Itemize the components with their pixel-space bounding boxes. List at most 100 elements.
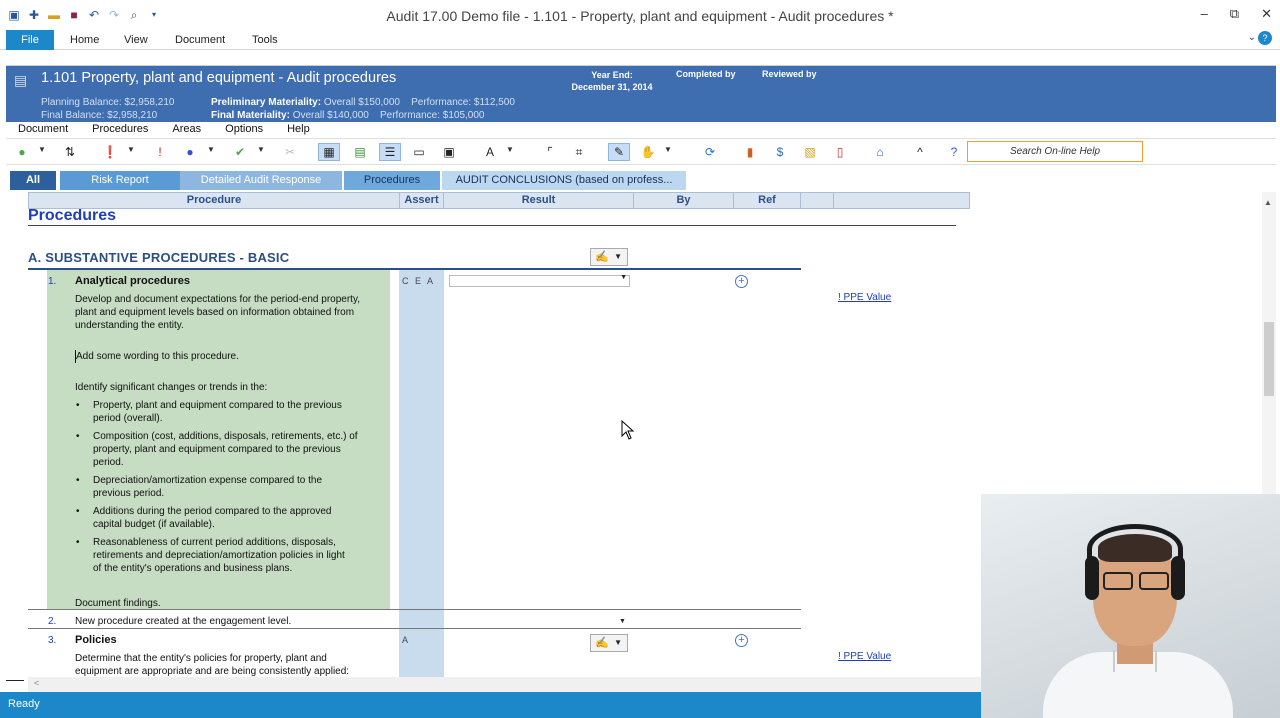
list-item-text[interactable]: Property, plant and equipment compared t… [93,400,342,424]
add-signoff-icon[interactable]: + [735,275,748,288]
tab-all[interactable]: All [10,171,56,190]
list-item-text[interactable]: Composition (cost, additions, disposals,… [93,431,358,468]
column-result[interactable]: Result [444,193,634,208]
comment-icon[interactable]: ▣ [441,144,457,160]
bullet-icon: • [76,506,80,517]
issue-flag-icon[interactable]: ! [152,144,168,160]
chevron-down-icon[interactable]: ▼ [506,145,514,154]
chevron-left-icon[interactable]: < [34,678,39,688]
tab-document[interactable]: Document [175,30,225,50]
section-title: A. SUBSTANTIVE PROCEDURES - BASIC [28,250,290,265]
tab-home[interactable]: Home [70,30,99,50]
checkmark-icon[interactable]: ✔ [232,144,248,160]
signoff-icon[interactable]: ✎ [608,143,630,161]
add-signoff-icon[interactable]: + [735,634,748,647]
assert-value[interactable]: C E A [402,276,435,286]
final-overall-value: Overall $140,000 [292,110,369,121]
final-materiality-label: Final Materiality: [211,110,290,121]
menu-document[interactable]: Document [6,122,80,137]
tab-procedures[interactable]: Procedures [344,171,440,190]
alert-icon[interactable]: ❗ [102,144,118,160]
column-procedure[interactable]: Procedure [29,193,400,208]
search-online-help-input[interactable]: Search On-line Help [967,141,1143,162]
tab-risk-report[interactable]: Risk Report [60,171,180,190]
add-procedure-icon[interactable]: ● [14,144,30,160]
procedure-toolbar: ● ▼ ⇅ ❗ ▼ ! ● ▼ ✔ ▼ ✂ ▦ ▤ ☰ ▭ ▣ A ▼ ⌜ ⌗ … [6,138,1276,165]
procedure-number: 2. [48,616,57,627]
help-icon[interactable]: ? [1258,31,1272,45]
menu-options[interactable]: Options [213,122,275,137]
ppe-value-link[interactable]: ! PPE Value [838,651,891,662]
ppe-value-link[interactable]: ! PPE Value [838,292,891,303]
hand-icon[interactable]: ✋ [640,144,656,160]
list-item-text[interactable]: Additions during the period compared to … [93,506,332,530]
horizontal-scrollbar[interactable]: < [6,677,981,692]
status-circle-icon[interactable]: ● [182,144,198,160]
reviewed-by-label[interactable]: Reviewed by [762,69,817,79]
procedure-text[interactable]: Determine that the entity's policies for… [75,652,365,677]
mouse-cursor-icon [621,420,635,440]
column-ref[interactable]: Ref [734,193,801,208]
tab-detailed-audit-response[interactable]: Detailed Audit Response [180,171,342,190]
scrollbar-thumb[interactable] [1264,322,1274,396]
menu-areas[interactable]: Areas [160,122,213,137]
tab-tools[interactable]: Tools [252,30,278,50]
list-item-text[interactable]: Reasonableness of current period additio… [93,537,345,574]
minimize-icon[interactable]: – [1201,6,1208,22]
chevron-up-icon[interactable]: ^ [912,144,928,160]
column-extra [801,193,834,208]
tab-file[interactable]: File [6,30,54,50]
indent-icon[interactable]: ☰ [379,143,401,161]
document-icon[interactable]: ▯ [832,144,848,160]
signoff-dropdown-button[interactable]: ✍ ▼ [590,634,628,652]
font-icon[interactable]: A [482,144,498,160]
chevron-down-icon[interactable]: ⌄ [1248,32,1256,43]
chevron-down-icon[interactable]: ▼ [127,145,135,154]
chevron-down-icon[interactable]: ▼ [38,145,46,154]
refresh-icon[interactable]: ⟳ [702,144,718,160]
report-icon[interactable]: ▮ [742,144,758,160]
column-assert[interactable]: Assert [400,193,444,208]
crop-icon[interactable]: ⌗ [571,144,587,160]
result-dropdown[interactable]: ▼ [449,274,630,287]
procedure-title[interactable]: Policies [75,634,117,646]
planning-balance-value: $2,958,210 [124,97,175,108]
home-icon[interactable]: ⌂ [872,144,888,160]
procedure-text[interactable]: Develop and document expectations for th… [75,293,365,332]
chevron-down-icon[interactable]: ▼ [664,145,672,154]
chevron-up-icon[interactable]: ▲ [1264,198,1272,207]
chevron-down-icon[interactable]: ▼ [619,618,626,625]
grid-view-icon[interactable]: ▦ [318,143,340,161]
signoff-dropdown-button[interactable]: ✍ ▼ [590,248,628,266]
page-title: Procedures [28,209,117,224]
tab-view[interactable]: View [124,30,148,50]
document-menu-bar: Document Procedures Areas Options Help [6,122,1276,137]
assert-value[interactable]: A [402,635,410,645]
chevron-down-icon[interactable]: ▼ [257,145,265,154]
menu-procedures[interactable]: Procedures [80,122,160,137]
sort-icon[interactable]: ⇅ [62,144,78,160]
dollar-icon[interactable]: $ [772,144,788,160]
close-icon[interactable]: ✕ [1261,6,1272,22]
procedure-title[interactable]: New procedure created at the engagement … [75,615,291,628]
procedure-text[interactable]: Add some wording to this procedure. [75,350,365,363]
border-icon[interactable]: ⌜ [542,144,558,160]
notes-icon[interactable]: ▧ [802,144,818,160]
help-icon[interactable]: ? [946,144,962,160]
headphones-icon [1087,524,1183,574]
procedure-text[interactable]: Identify significant changes or trends i… [75,381,365,394]
ribbon-body [6,50,1276,66]
prelim-performance-value: Performance: $112,500 [411,97,515,108]
chevron-down-icon[interactable]: ▼ [207,145,215,154]
edit-sheet-icon[interactable]: ▤ [352,144,368,160]
list-item-text[interactable]: Depreciation/amortization expense compar… [93,475,322,499]
restore-icon[interactable]: ⧉ [1230,6,1239,22]
image-icon[interactable]: ▭ [411,144,427,160]
bullet-icon: • [76,431,80,442]
completed-by-label[interactable]: Completed by [676,69,736,79]
column-by[interactable]: By [634,193,734,208]
menu-help[interactable]: Help [275,122,322,137]
procedure-title[interactable]: Analytical procedures [75,275,190,287]
scissors-icon[interactable]: ✂ [282,144,298,160]
tab-audit-conclusions[interactable]: AUDIT CONCLUSIONS (based on profess... [442,171,686,190]
